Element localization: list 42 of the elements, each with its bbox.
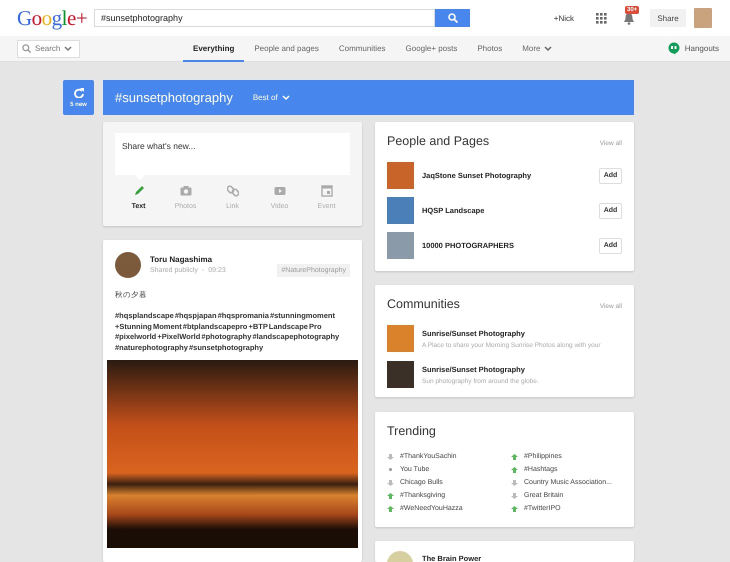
hangouts-link[interactable]: Hangouts bbox=[684, 44, 719, 53]
search-dropdown[interactable]: Search bbox=[17, 40, 80, 58]
search-field[interactable]: #sunsetphotography bbox=[94, 9, 435, 27]
chain-link-icon bbox=[226, 185, 238, 197]
google-plus-logo[interactable]: Google+ bbox=[17, 6, 94, 30]
avatar-photo-placeholder[interactable] bbox=[694, 8, 712, 28]
nav-tab[interactable]: Photos bbox=[467, 36, 512, 62]
search-icon bbox=[22, 44, 31, 53]
camera-icon bbox=[180, 185, 192, 197]
page-thumbnail[interactable] bbox=[387, 197, 414, 224]
community-thumbnail[interactable] bbox=[387, 361, 414, 388]
nav-tab[interactable]: Communities bbox=[328, 36, 396, 62]
search-icon bbox=[448, 13, 458, 23]
photo-placeholder[interactable] bbox=[107, 360, 358, 548]
refresh-icon bbox=[74, 88, 84, 98]
chevron-down-icon bbox=[64, 45, 72, 52]
community-thumbnail[interactable] bbox=[387, 325, 414, 352]
chevron-down-icon bbox=[282, 94, 290, 101]
hashtag-title: #sunsetphotography bbox=[115, 90, 233, 105]
author-avatar[interactable] bbox=[115, 252, 141, 278]
share-button[interactable]: Share bbox=[650, 9, 686, 27]
apps-grid-icon[interactable] bbox=[596, 12, 607, 24]
card-title: People and Pages bbox=[387, 134, 490, 148]
filter-dropdown[interactable]: Best of bbox=[252, 93, 290, 102]
video-icon bbox=[274, 185, 286, 197]
page-thumbnail[interactable] bbox=[387, 162, 414, 189]
page-thumbnail[interactable] bbox=[387, 232, 414, 259]
card-title: Trending bbox=[387, 424, 436, 438]
bell-icon[interactable] bbox=[623, 11, 635, 25]
nav-tab[interactable]: More bbox=[512, 36, 562, 62]
pencil-icon bbox=[132, 185, 144, 197]
calendar-icon bbox=[320, 185, 332, 197]
hangouts-icon bbox=[668, 42, 680, 55]
card-title: Communities bbox=[387, 297, 460, 311]
profile-link[interactable]: +Nick bbox=[554, 14, 574, 22]
author-name[interactable]: Toru Nagashima bbox=[150, 255, 226, 264]
share-input-field[interactable]: Share what's new... bbox=[115, 133, 350, 175]
nav-tab[interactable]: Everything bbox=[183, 36, 244, 62]
nav-tab[interactable]: People and pages bbox=[244, 36, 329, 62]
chevron-down-icon bbox=[544, 44, 552, 52]
search-button[interactable] bbox=[435, 9, 470, 27]
nav-tab[interactable]: Google+ posts bbox=[396, 36, 468, 62]
